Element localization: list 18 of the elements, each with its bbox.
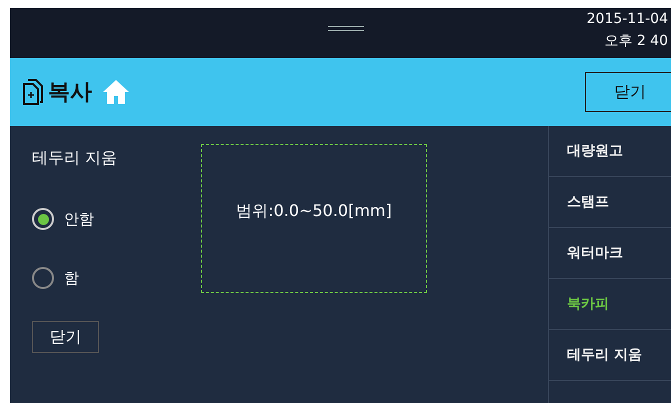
sidebar-item[interactable]: 북카피 <box>549 279 671 330</box>
time-text: 오후 2 40 <box>603 32 668 51</box>
panel-title: 테두리 지움 <box>32 147 118 169</box>
close-button[interactable]: 닫기 <box>585 72 671 112</box>
sidebar-item[interactable]: 대량원고 <box>549 126 671 177</box>
close-button[interactable]: 닫기 <box>32 321 99 353</box>
radio-icon[interactable] <box>32 208 54 230</box>
sidebar-item[interactable]: 테두리 지움 <box>549 330 671 381</box>
radio-option[interactable]: 안함 <box>32 208 94 230</box>
date-text: 2015-11-04 <box>586 10 668 29</box>
radio-icon[interactable] <box>32 266 54 289</box>
drag-handle-icon[interactable] <box>328 26 364 31</box>
page-title: 복사 <box>48 78 92 106</box>
copy-document-icon <box>22 78 44 106</box>
sidebar-item[interactable]: 워터마크 <box>549 228 671 279</box>
range-text: 범위:0.0~50.0[mm] <box>201 144 427 293</box>
radio-option[interactable]: 함 <box>32 266 79 289</box>
sidebar-item[interactable]: 스탬프 <box>549 177 671 228</box>
